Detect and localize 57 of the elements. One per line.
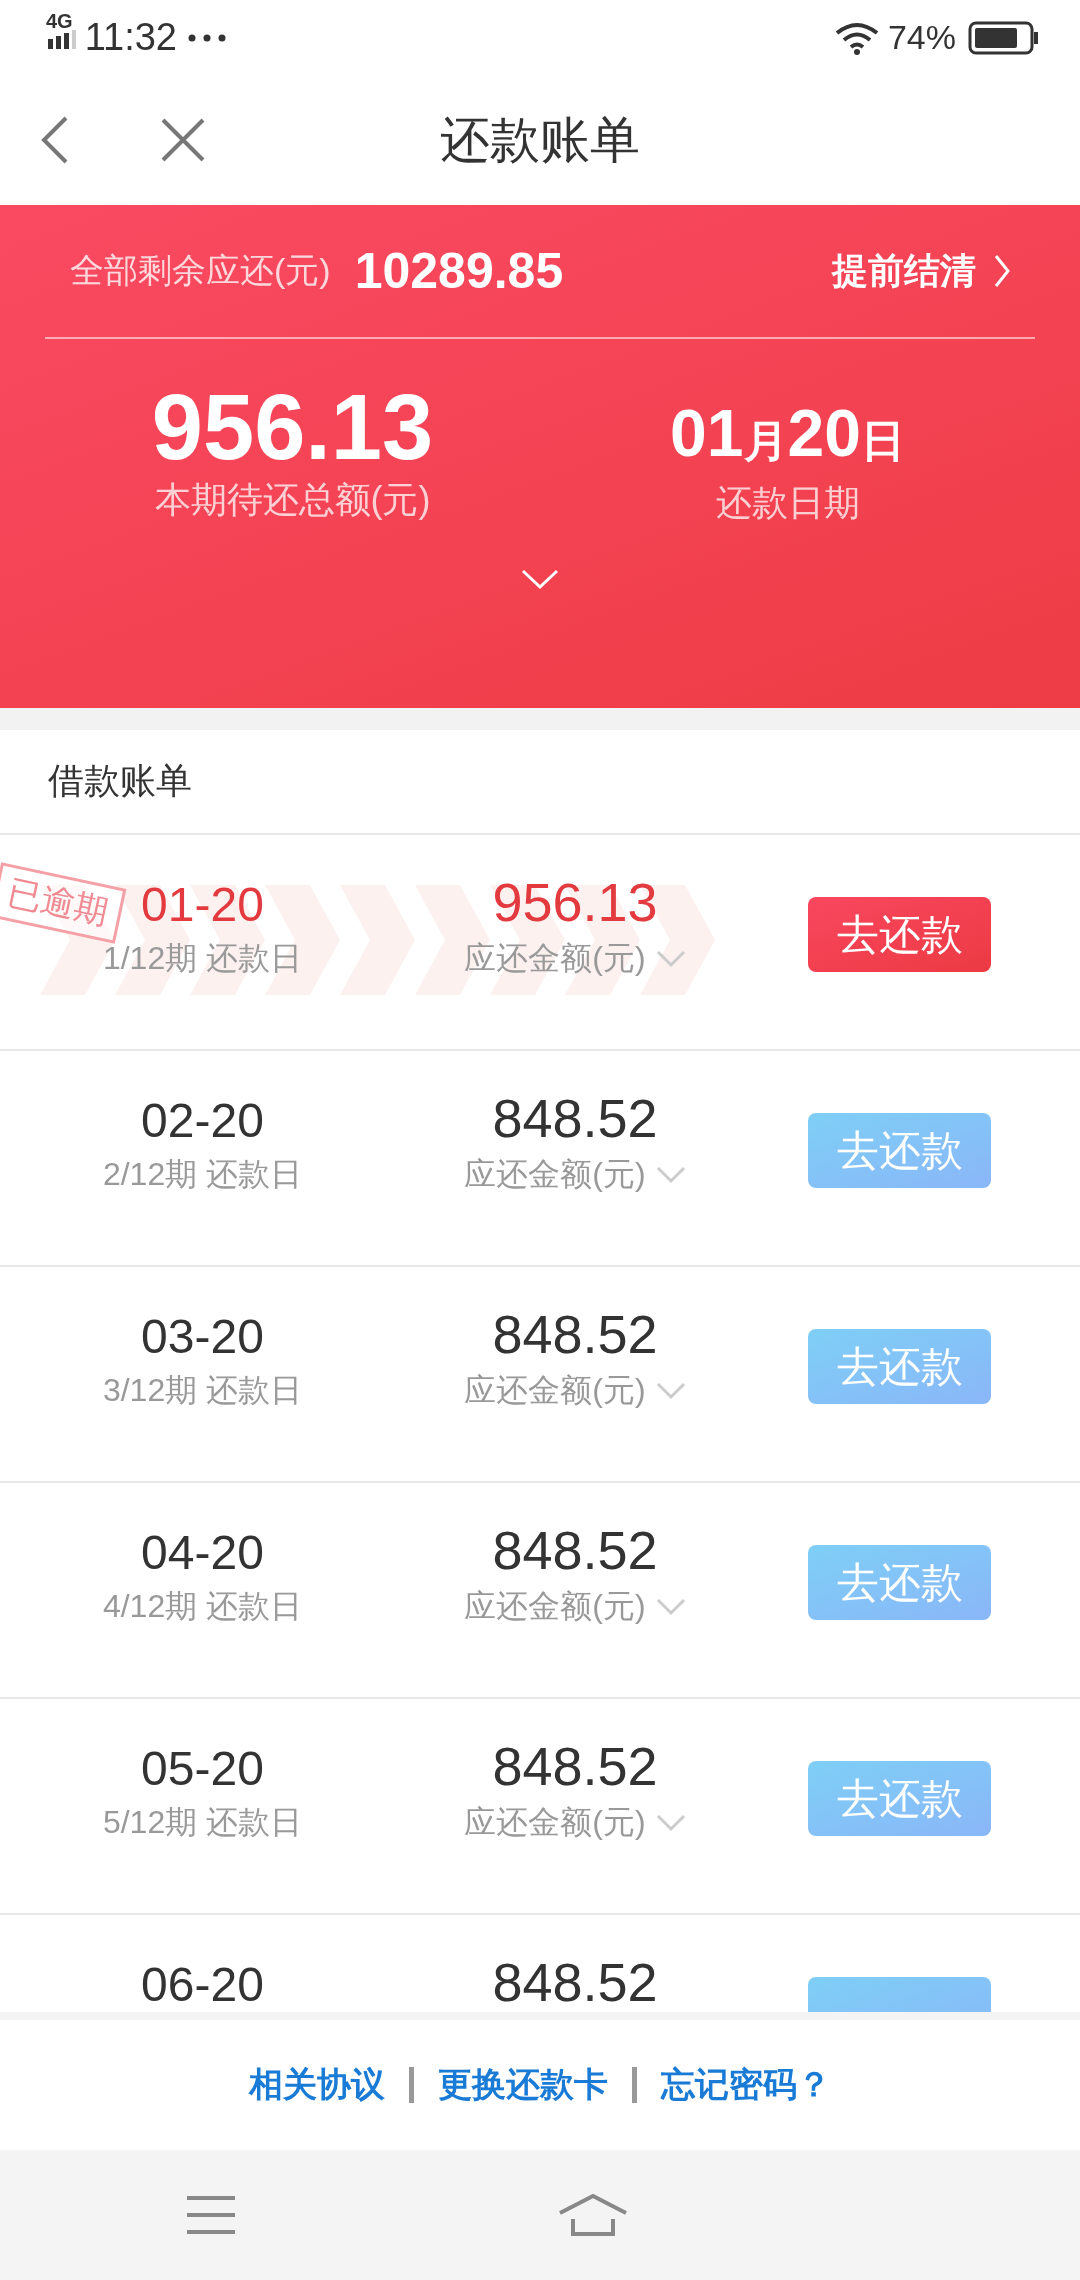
period-label: 3/12期 还款日 (102, 1371, 303, 1410)
menu-icon[interactable] (185, 2195, 237, 2235)
page-title: 还款账单 (440, 110, 640, 170)
chevron-down-icon (655, 1166, 686, 1184)
bill-row[interactable]: 04-20 4/12期 还款日 848.52 应还金额(元) 去还款 (0, 1483, 1080, 1699)
chevron-down-icon (655, 1598, 686, 1616)
due-date: 01-20 (141, 881, 264, 929)
amount: 848.52 (492, 1091, 658, 1145)
total-value: 10289.85 (354, 242, 564, 300)
due-date-label: 还款日期 (715, 481, 860, 526)
bill-row[interactable]: 03-20 3/12期 还款日 848.52 应还金额(元) 去还款 (0, 1267, 1080, 1483)
settle-link[interactable]: 提前结清 (832, 246, 1010, 296)
amount-label: 应还金额(元) (464, 939, 646, 978)
chevron-down-icon[interactable] (520, 568, 560, 591)
bill-row[interactable]: 02-20 2/12期 还款日 848.52 应还金额(元) 去还款 (0, 1051, 1080, 1267)
total-label: 全部剩余应还(元) (70, 250, 331, 291)
due-date: 04-20 (141, 1529, 264, 1577)
chevron-down-icon (655, 950, 686, 968)
close-icon[interactable] (160, 117, 206, 163)
amount: 956.13 (492, 875, 658, 929)
bill-row[interactable]: 06-20 848.52 (0, 1915, 1080, 2012)
section-title: 借款账单 (0, 708, 1080, 835)
due-date: 02-20 (141, 1097, 264, 1145)
due-date: 01月 20日 (670, 395, 905, 472)
battery-icon (968, 20, 1040, 55)
current-amount: 956.13 (151, 379, 434, 476)
period-label: 2/12期 还款日 (102, 1155, 303, 1194)
amount: 848.52 (492, 1739, 658, 1793)
footer-link[interactable]: 更换还款卡 (438, 2062, 608, 2108)
back-icon[interactable] (40, 115, 70, 165)
amount-label: 应还金额(元) (464, 1155, 646, 1194)
bill-row[interactable]: 05-20 5/12期 还款日 848.52 应还金额(元) 去还款 (0, 1699, 1080, 1915)
amount-label: 应还金额(元) (464, 1587, 646, 1626)
footer-link[interactable]: 相关协议 (249, 2062, 385, 2108)
period-label: 5/12期 还款日 (102, 1803, 303, 1842)
due-date: 06-20 (141, 1961, 264, 2009)
chevron-down-icon (655, 1382, 686, 1400)
footer-link[interactable]: 忘记密码？ (661, 2062, 831, 2108)
pay-button[interactable]: 去还款 (808, 897, 991, 972)
bill-row[interactable]: 01-20 1/12期 还款日 956.13 应还金额(元) 去还款 已逾期 (0, 835, 1080, 1051)
chevron-down-icon (655, 1814, 686, 1832)
amount-label: 应还金额(元) (464, 1371, 646, 1410)
chevron-right-icon (994, 254, 1010, 288)
clock: 11:32 (84, 16, 177, 59)
due-date: 05-20 (141, 1745, 264, 1793)
amount-label: 应还金额(元) (464, 1803, 646, 1842)
network-type: 4G (46, 10, 73, 31)
due-date: 03-20 (141, 1313, 264, 1361)
amount: 848.52 (492, 1955, 658, 2009)
wifi-icon (833, 20, 880, 55)
battery-level: 74% (887, 18, 956, 57)
current-label: 本期待还总额(元) (154, 477, 431, 522)
period-label: 4/12期 还款日 (102, 1587, 303, 1626)
amount: 848.52 (492, 1523, 658, 1577)
more-dots-icon (186, 33, 227, 42)
amount: 848.52 (492, 1307, 658, 1361)
home-icon[interactable] (557, 2193, 629, 2237)
